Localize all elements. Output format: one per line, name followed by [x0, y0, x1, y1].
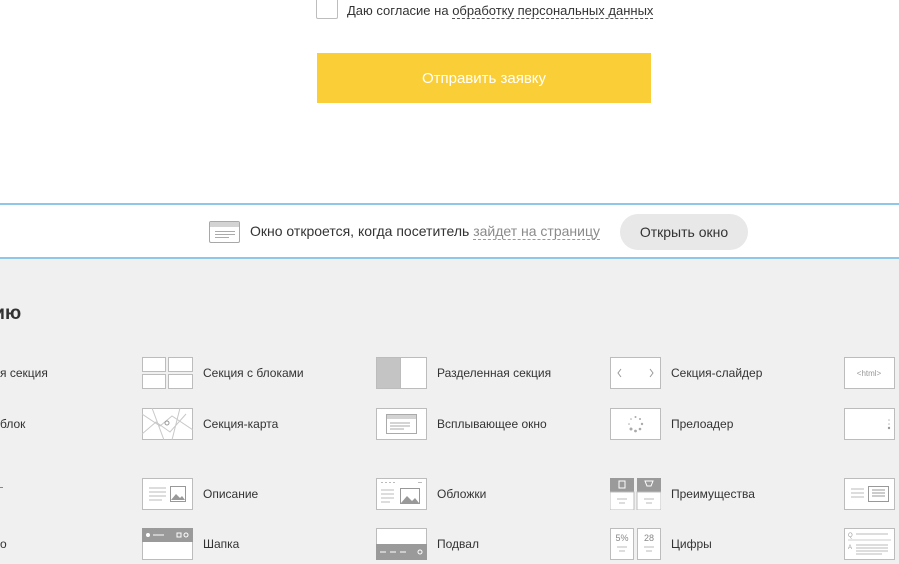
section-type-label: Шапка	[203, 537, 240, 551]
section-type-label: Подвал	[437, 537, 479, 551]
numbers-icon: 5% 28	[610, 528, 661, 560]
consent-checkbox[interactable]	[316, 0, 338, 19]
section-type-label: Преимущества	[671, 487, 755, 501]
section-type-faq[interactable]: QA	[844, 528, 895, 560]
cut-label-block[interactable]: блок	[0, 417, 25, 431]
svg-text:<html>: <html>	[857, 369, 882, 378]
panel-title: ь секцию	[0, 303, 22, 324]
popup-window-icon	[376, 408, 427, 440]
consent-prefix: Даю согласие на	[347, 2, 449, 18]
section-type-label: Цифры	[671, 537, 712, 551]
section-type-covers[interactable]: Обложки	[376, 478, 486, 510]
section-type-popup[interactable]: Всплывающее окно	[376, 408, 547, 440]
section-type-numbers[interactable]: 5% 28 Цифры	[610, 528, 712, 560]
side-dots-icon	[844, 408, 895, 440]
footer-icon	[376, 528, 427, 560]
split-section-icon	[376, 357, 427, 389]
section-type-blocks[interactable]: Секция с блоками	[142, 357, 304, 389]
preloader-icon	[610, 408, 661, 440]
section-type-label: Секция-карта	[203, 417, 279, 431]
section-type-label: Всплывающее окно	[437, 417, 547, 431]
svg-text:28: 28	[644, 533, 654, 543]
faq-icon: QA	[844, 528, 895, 560]
cut-label-other[interactable]: о	[0, 537, 7, 551]
covers-icon	[376, 478, 427, 510]
text-block-icon	[844, 478, 895, 510]
section-type-map[interactable]: Секция-карта	[141, 407, 279, 441]
popup-trigger-bar: Окно откроется, когда посетитель зайдет …	[0, 203, 899, 259]
section-type-preloader[interactable]: Прелоадер	[610, 408, 733, 440]
header-icon	[142, 528, 193, 560]
popup-trigger-label: Окно откроется, когда посетитель	[250, 223, 470, 239]
popup-window-icon	[209, 221, 240, 243]
section-type-advantages[interactable]: Преимущества	[609, 478, 755, 511]
consent-row: Даю согласие на обработку персональных д…	[316, 0, 654, 20]
cut-label-mark	[0, 487, 3, 488]
svg-text:Q: Q	[848, 533, 853, 539]
section-type-label: Секция-слайдер	[671, 366, 763, 380]
popup-trigger-link[interactable]: зайдет на страницу	[473, 223, 600, 240]
html-code-icon: <html>	[844, 357, 895, 389]
section-type-text-block[interactable]	[844, 478, 895, 510]
section-type-html[interactable]: <html>	[844, 357, 895, 389]
popup-trigger-text: Окно откроется, когда посетитель зайдет …	[250, 223, 600, 240]
submit-button[interactable]: Отправить заявку	[317, 53, 651, 103]
section-type-label: Прелоадер	[671, 417, 734, 431]
cut-label-section[interactable]: я секция	[0, 366, 48, 380]
map-icon	[141, 407, 194, 441]
section-type-label: Описание	[203, 487, 259, 501]
section-type-label: Обложки	[437, 487, 487, 501]
section-type-description[interactable]: Описание	[142, 478, 258, 510]
consent-text: Даю согласие на обработку персональных д…	[347, 2, 654, 19]
open-window-button[interactable]: Открыть окно	[620, 214, 748, 250]
blocks-grid-icon	[142, 357, 193, 389]
add-section-panel: ь секцию я секция блок о Секция с блокам…	[0, 259, 899, 564]
svg-text:5%: 5%	[615, 533, 628, 543]
svg-text:A: A	[848, 545, 852, 551]
section-type-sidebar[interactable]	[844, 408, 895, 440]
advantages-icon	[609, 478, 662, 511]
description-icon	[142, 478, 193, 510]
section-type-footer[interactable]: Подвал	[376, 528, 479, 560]
slider-icon	[610, 357, 661, 389]
section-type-label: Разделенная секция	[437, 366, 552, 380]
section-type-slider[interactable]: Секция-слайдер	[610, 357, 762, 389]
consent-link[interactable]: обработку персональных данных	[452, 2, 654, 19]
section-type-split[interactable]: Разделенная секция	[376, 357, 551, 389]
section-type-header[interactable]: Шапка	[142, 528, 239, 560]
section-type-label: Секция с блоками	[203, 366, 304, 380]
page: Даю согласие на обработку персональных д…	[0, 0, 899, 564]
